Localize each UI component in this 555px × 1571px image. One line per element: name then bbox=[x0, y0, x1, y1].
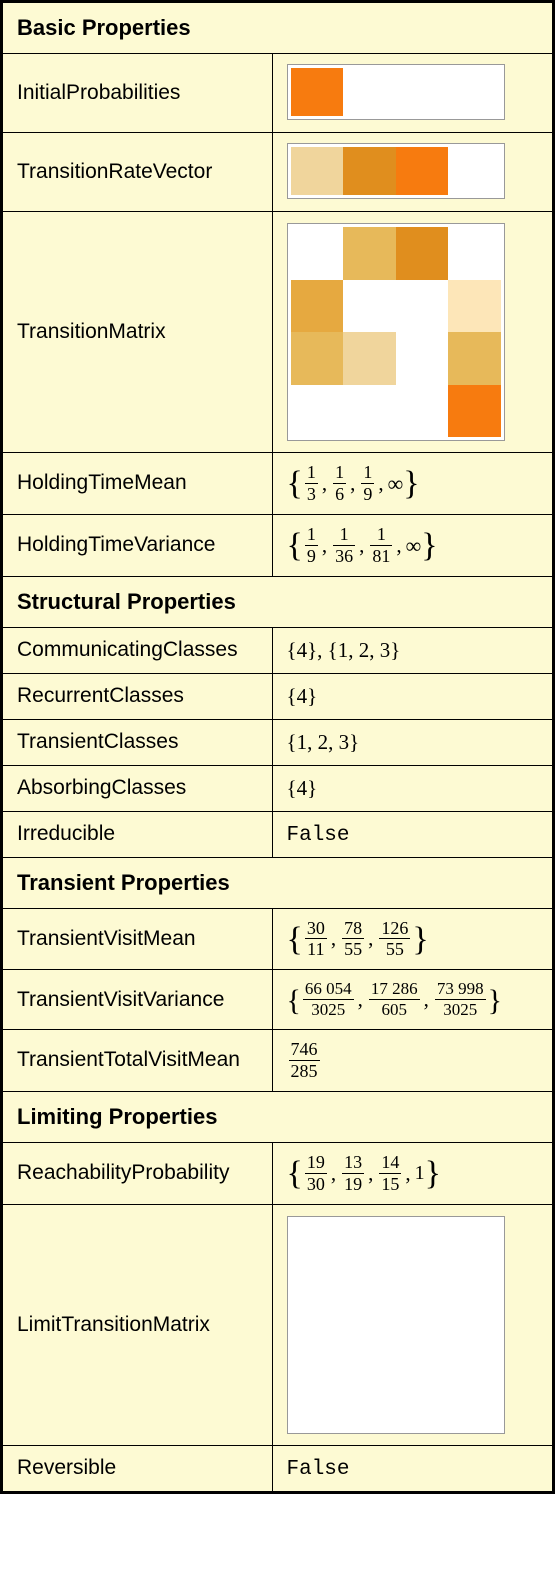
label-absorbing-classes: AbsorbingClasses bbox=[3, 765, 273, 811]
value-reachability-probability: { 1930, 1319, 1415, 1 } bbox=[272, 1142, 553, 1204]
value-transient-visit-variance: { 66 0543025, 17 286605, 73 9983025 } bbox=[272, 970, 553, 1030]
label-holding-time-variance: HoldingTimeVariance bbox=[3, 514, 273, 576]
label-limit-transition-matrix: LimitTransitionMatrix bbox=[3, 1204, 273, 1445]
value-holding-time-mean: { 13, 16, 19, ∞ } bbox=[272, 453, 553, 515]
label-initial-probabilities: InitialProbabilities bbox=[3, 54, 273, 133]
value-initial-probabilities bbox=[272, 54, 553, 133]
value-communicating-classes: {4}, {1, 2, 3} bbox=[272, 627, 553, 673]
section-transient: Transient Properties bbox=[3, 857, 553, 908]
section-limiting: Limiting Properties bbox=[3, 1091, 553, 1142]
label-holding-time-mean: HoldingTimeMean bbox=[3, 453, 273, 515]
label-communicating-classes: CommunicatingClasses bbox=[3, 627, 273, 673]
transition-matrix-heatmap bbox=[287, 223, 505, 441]
label-recurrent-classes: RecurrentClasses bbox=[3, 673, 273, 719]
value-limit-transition-matrix bbox=[272, 1204, 553, 1445]
label-irreducible: Irreducible bbox=[3, 811, 273, 857]
label-transient-visit-variance: TransientVisitVariance bbox=[3, 970, 273, 1030]
initial-probabilities-heatmap bbox=[287, 64, 505, 120]
properties-table: Basic Properties InitialProbabilities Tr… bbox=[2, 2, 553, 1492]
value-holding-time-variance: { 19, 136, 181, ∞ } bbox=[272, 514, 553, 576]
value-reversible: False bbox=[287, 1458, 350, 1481]
value-transition-rate-vector bbox=[272, 133, 553, 212]
section-basic: Basic Properties bbox=[3, 3, 553, 54]
value-transient-visit-mean: { 3011, 7855, 12655 } bbox=[272, 908, 553, 970]
label-transient-classes: TransientClasses bbox=[3, 719, 273, 765]
label-transition-matrix: TransitionMatrix bbox=[3, 212, 273, 453]
section-structural: Structural Properties bbox=[3, 576, 553, 627]
label-reachability-probability: ReachabilityProbability bbox=[3, 1142, 273, 1204]
label-transition-rate-vector: TransitionRateVector bbox=[3, 133, 273, 212]
label-reversible: Reversible bbox=[3, 1445, 273, 1491]
properties-panel: Basic Properties InitialProbabilities Tr… bbox=[0, 0, 555, 1494]
limit-transition-matrix-heatmap bbox=[287, 1216, 505, 1434]
value-recurrent-classes: {4} bbox=[272, 673, 553, 719]
label-transient-total-visit-mean: TransientTotalVisitMean bbox=[3, 1030, 273, 1092]
label-transient-visit-mean: TransientVisitMean bbox=[3, 908, 273, 970]
value-transient-total-visit-mean: 746285 bbox=[272, 1030, 553, 1092]
value-irreducible: False bbox=[287, 824, 350, 847]
value-transient-classes: {1, 2, 3} bbox=[272, 719, 553, 765]
value-transition-matrix bbox=[272, 212, 553, 453]
value-absorbing-classes: {4} bbox=[272, 765, 553, 811]
transition-rate-vector-heatmap bbox=[287, 143, 505, 199]
